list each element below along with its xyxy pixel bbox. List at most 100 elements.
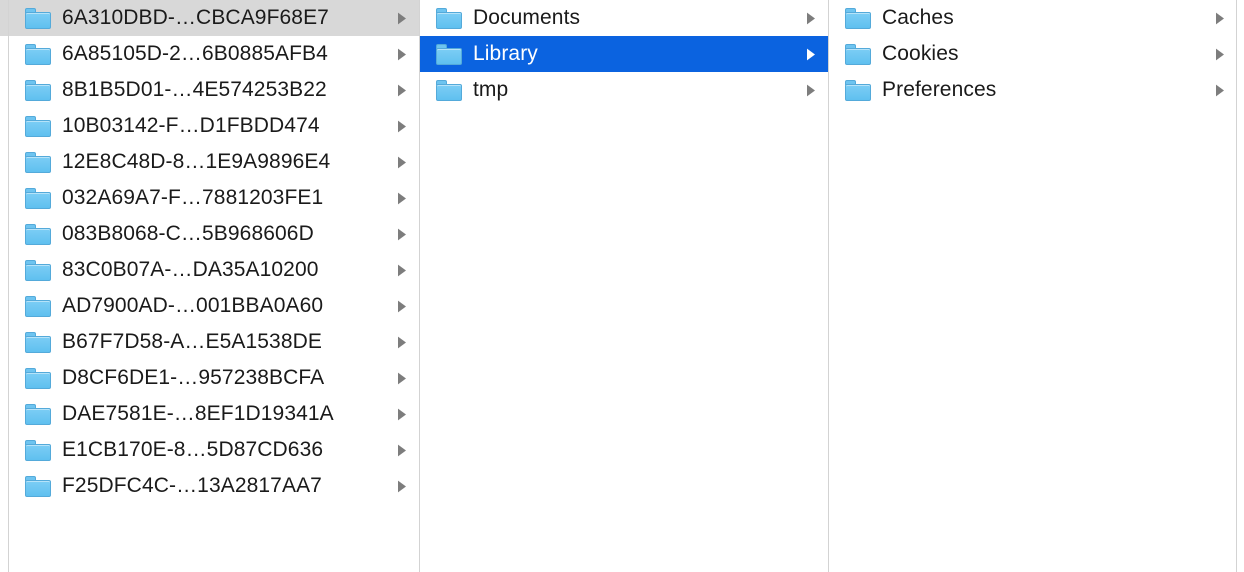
chevron-right-icon[interactable] — [395, 46, 409, 62]
file-row[interactable]: 8B1B5D01-…4E574253B22 — [9, 72, 419, 108]
folder-body — [25, 155, 51, 173]
file-row[interactable]: Library — [420, 36, 828, 72]
column-previous-clipped[interactable] — [0, 0, 9, 572]
folder-body — [25, 299, 51, 317]
file-row[interactable]: 6A310DBD-…CBCA9F68E7 — [9, 0, 419, 36]
folder-icon — [845, 79, 871, 101]
chevron-right-icon[interactable] — [804, 46, 818, 62]
folder-icon — [436, 7, 462, 29]
folder-icon — [436, 79, 462, 101]
folder-icon — [25, 331, 51, 353]
folder-body — [845, 11, 871, 29]
file-row-label: 032A69A7-F…7881203FE1 — [62, 186, 324, 209]
folder-icon — [845, 7, 871, 29]
folder-body — [25, 479, 51, 497]
file-row[interactable]: D8CF6DE1-…957238BCFA — [9, 360, 419, 396]
file-row[interactable]: AD7900AD-…001BBA0A60 — [9, 288, 419, 324]
folder-body — [436, 11, 462, 29]
folder-icon — [25, 475, 51, 497]
folder-body — [25, 371, 51, 389]
chevron-right-icon[interactable] — [395, 298, 409, 314]
chevron-right-icon[interactable] — [395, 442, 409, 458]
chevron-right-icon[interactable] — [1213, 46, 1227, 62]
folder-icon — [25, 223, 51, 245]
column-data-rows: Documents Library tmp — [420, 0, 828, 108]
folder-body — [25, 11, 51, 29]
file-row-label: Cookies — [882, 42, 959, 65]
folder-body — [25, 47, 51, 65]
file-row[interactable] — [0, 0, 8, 36]
file-row-label: B67F7D58-A…E5A1538DE — [62, 330, 322, 353]
folder-icon — [25, 7, 51, 29]
file-row[interactable]: DAE7581E-…8EF1D19341A — [9, 396, 419, 432]
file-row-label: tmp — [473, 78, 509, 101]
file-row[interactable]: 83C0B07A-…DA35A10200 — [9, 252, 419, 288]
folder-icon — [25, 259, 51, 281]
file-row-label: E1CB170E-8…5D87CD636 — [62, 438, 324, 461]
file-row-label: DAE7581E-…8EF1D19341A — [62, 402, 334, 425]
file-row-label: Documents — [473, 6, 581, 29]
folder-body — [25, 335, 51, 353]
folder-body — [25, 443, 51, 461]
chevron-right-icon[interactable] — [395, 190, 409, 206]
folder-icon — [25, 43, 51, 65]
column-container-uuids[interactable]: 6A310DBD-…CBCA9F68E7 6A85105D-2…6B0885AFB… — [9, 0, 420, 572]
column-uuids-rows: 6A310DBD-…CBCA9F68E7 6A85105D-2…6B0885AFB… — [9, 0, 419, 504]
file-row-label: AD7900AD-…001BBA0A60 — [62, 294, 324, 317]
chevron-right-icon[interactable] — [395, 334, 409, 350]
file-row-label: Caches — [882, 6, 954, 29]
file-row[interactable]: 6A85105D-2…6B0885AFB4 — [9, 36, 419, 72]
chevron-right-icon[interactable] — [1213, 10, 1227, 26]
chevron-right-icon[interactable] — [395, 478, 409, 494]
file-row-label: 6A85105D-2…6B0885AFB4 — [62, 42, 328, 65]
finder-column-browser: 6A310DBD-…CBCA9F68E7 6A85105D-2…6B0885AFB… — [0, 0, 1244, 572]
file-row-label: 8B1B5D01-…4E574253B22 — [62, 78, 327, 101]
file-row[interactable]: 10B03142-F…D1FBDD474 — [9, 108, 419, 144]
chevron-right-icon[interactable] — [395, 370, 409, 386]
chevron-right-icon[interactable] — [395, 406, 409, 422]
file-row-label: 083B8068-C…5B968606D — [62, 222, 314, 245]
file-row-label: 6A310DBD-…CBCA9F68E7 — [62, 6, 329, 29]
file-row[interactable]: B67F7D58-A…E5A1538DE — [9, 324, 419, 360]
file-row[interactable]: Caches — [829, 0, 1237, 36]
folder-icon — [25, 79, 51, 101]
chevron-right-icon[interactable] — [395, 10, 409, 26]
file-row-label: D8CF6DE1-…957238BCFA — [62, 366, 325, 389]
folder-body — [845, 83, 871, 101]
folder-body — [25, 191, 51, 209]
folder-body — [25, 119, 51, 137]
chevron-right-icon[interactable] — [395, 118, 409, 134]
file-row[interactable]: 083B8068-C…5B968606D — [9, 216, 419, 252]
chevron-right-icon[interactable] — [395, 226, 409, 242]
file-row[interactable]: F25DFC4C-…13A2817AA7 — [9, 468, 419, 504]
folder-icon — [25, 403, 51, 425]
folder-body — [25, 83, 51, 101]
folder-body — [25, 227, 51, 245]
chevron-right-icon[interactable] — [395, 262, 409, 278]
file-row[interactable]: 12E8C48D-8…1E9A9896E4 — [9, 144, 419, 180]
chevron-right-icon[interactable] — [804, 10, 818, 26]
file-row[interactable]: Cookies — [829, 36, 1237, 72]
file-row[interactable] — [0, 36, 8, 72]
file-row[interactable]: Preferences — [829, 72, 1237, 108]
folder-icon — [436, 43, 462, 65]
column-container-data[interactable]: Documents Library tmp — [420, 0, 829, 572]
folder-body — [845, 47, 871, 65]
folder-icon — [25, 187, 51, 209]
file-row[interactable]: 032A69A7-F…7881203FE1 — [9, 180, 419, 216]
folder-icon — [25, 367, 51, 389]
chevron-right-icon[interactable] — [395, 82, 409, 98]
file-row[interactable]: Documents — [420, 0, 828, 36]
file-row-label: 83C0B07A-…DA35A10200 — [62, 258, 319, 281]
file-row-label: Library — [473, 42, 538, 65]
chevron-right-icon[interactable] — [395, 154, 409, 170]
file-row[interactable] — [0, 72, 8, 108]
chevron-right-icon[interactable] — [804, 82, 818, 98]
column-library[interactable]: Caches Cookies Preferences — [829, 0, 1238, 572]
file-row[interactable]: E1CB170E-8…5D87CD636 — [9, 432, 419, 468]
folder-icon — [25, 439, 51, 461]
folder-body — [436, 83, 462, 101]
column-right-edge-divider — [1236, 0, 1244, 572]
chevron-right-icon[interactable] — [1213, 82, 1227, 98]
file-row[interactable]: tmp — [420, 72, 828, 108]
